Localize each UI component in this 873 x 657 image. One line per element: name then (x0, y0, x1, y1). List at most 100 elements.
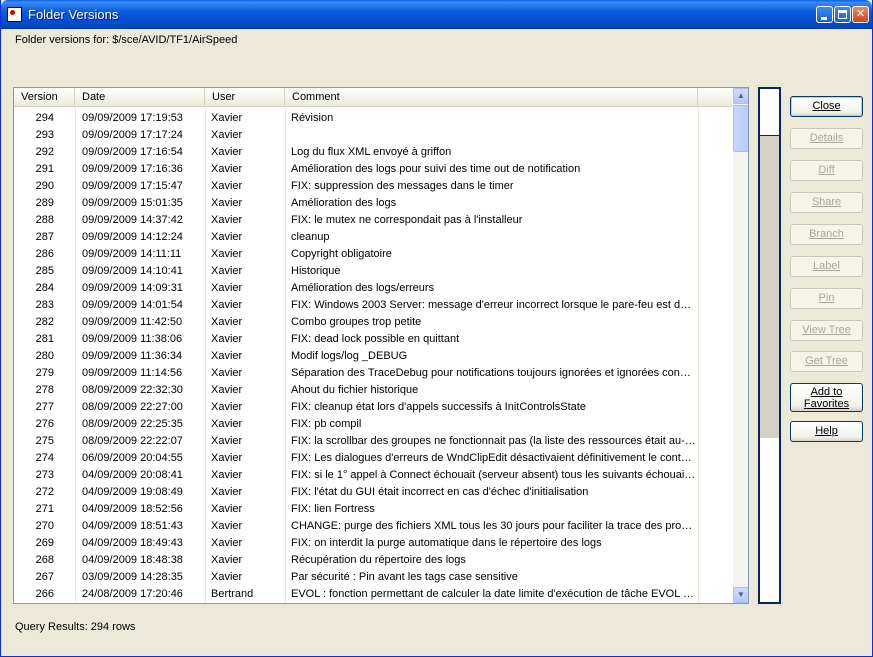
table-row[interactable]: 272 04/09/2009 19:08:49 Xavier FIX: l'état … (14, 484, 732, 501)
column-header-user[interactable]: User (205, 88, 285, 106)
cell-version: 288 (35, 214, 54, 226)
close-button[interactable]: Close (790, 96, 863, 117)
view-tree-button[interactable]: View Tree (790, 320, 863, 341)
cell-date: 09/09/2009 17:15:47 (82, 180, 183, 192)
cell-version: 267 (35, 571, 54, 583)
cell-comment: Amélioration des logs/erreurs (291, 282, 435, 294)
cell-version: 284 (35, 282, 54, 294)
table-row[interactable]: 271 04/09/2009 18:52:56 Xavier FIX: lien Fo… (14, 501, 732, 518)
cell-date: 09/09/2009 17:19:53 (82, 112, 183, 124)
table-row[interactable]: 287 09/09/2009 14:12:24 Xavier cleanup (14, 229, 732, 246)
cell-version: 277 (35, 401, 54, 413)
table-row[interactable]: 284 09/09/2009 14:09:31 Xavier Amélioration… (14, 280, 732, 297)
cell-version: 270 (35, 520, 54, 532)
maximize-button[interactable] (834, 6, 851, 23)
cell-user: Xavier (211, 197, 243, 209)
cell-user: Xavier (211, 520, 243, 532)
scroll-up-button[interactable]: ▲ (733, 88, 748, 104)
table-row[interactable]: 293 09/09/2009 17:17:24 Xavier (14, 127, 732, 144)
cell-version: 285 (35, 265, 54, 277)
cell-version: 271 (35, 503, 54, 515)
cell-user: Xavier (211, 180, 243, 192)
cell-date: 09/09/2009 14:10:41 (82, 265, 183, 277)
table-row[interactable]: 290 09/09/2009 17:15:47 Xavier FIX: suppres… (14, 178, 732, 195)
cell-comment: FIX: dead lock possible en quittant (291, 333, 460, 345)
scroll-thumb[interactable] (733, 105, 748, 152)
add-to-favorites-button[interactable]: Add to Favorites (790, 383, 863, 412)
versions-list[interactable]: Version Date User Comment 294 09/09/2009 … (13, 87, 749, 604)
cell-comment: FIX: Les dialogues d'erreurs de WndClipE… (291, 452, 697, 464)
cell-version: 272 (35, 486, 54, 498)
table-row[interactable]: 276 08/09/2009 22:25:35 Xavier FIX: pb comp… (14, 416, 732, 433)
branch-button[interactable]: Branch (790, 224, 863, 245)
table-row[interactable]: 277 08/09/2009 22:27:00 Xavier FIX: cleanup… (14, 399, 732, 416)
table-row[interactable]: 283 09/09/2009 14:01:54 Xavier FIX: Windows… (14, 297, 732, 314)
get-tree-button[interactable]: Get Tree (790, 351, 863, 372)
cell-user: Xavier (211, 503, 243, 515)
cell-date: 04/09/2009 18:51:43 (82, 520, 183, 532)
cell-date: 09/09/2009 17:16:54 (82, 146, 183, 158)
cell-user: Xavier (211, 367, 243, 379)
scroll-down-button[interactable]: ▼ (733, 587, 748, 603)
cell-comment: Révision (291, 112, 334, 124)
table-row[interactable]: 279 09/09/2009 11:14:56 Xavier Séparation d… (14, 365, 732, 382)
cell-user: Xavier (211, 163, 243, 175)
cell-comment: Combo groupes trop petite (291, 316, 422, 328)
cell-comment: FIX: on interdit la purge automatique da… (291, 537, 602, 549)
arrow-up-icon: ▲ (737, 91, 745, 100)
table-row[interactable]: 273 04/09/2009 20:08:41 Xavier FIX: si le 1… (14, 467, 732, 484)
app-icon[interactable] (7, 7, 22, 22)
history-overview-bar[interactable] (758, 87, 781, 604)
cell-comment: Modif logs/log _DEBUG (291, 350, 408, 362)
table-row[interactable]: 286 09/09/2009 14:11:11 Xavier Copyright ob… (14, 246, 732, 263)
cell-version: 278 (35, 384, 54, 396)
table-row[interactable]: 291 09/09/2009 17:16:36 Xavier Amélioration… (14, 161, 732, 178)
minimize-button[interactable] (816, 6, 833, 23)
cell-date: 09/09/2009 15:01:35 (82, 197, 183, 209)
cell-version: 276 (35, 418, 54, 430)
help-button[interactable]: Help (790, 421, 863, 442)
cell-comment: FIX: lien Fortress (291, 503, 375, 515)
table-row[interactable]: 269 04/09/2009 18:49:43 Xavier FIX: on inte… (14, 535, 732, 552)
table-row[interactable]: 288 09/09/2009 14:37:42 Xavier FIX: le mute… (14, 212, 732, 229)
table-row[interactable]: 289 09/09/2009 15:01:35 Xavier Amélioration… (14, 195, 732, 212)
table-row[interactable]: 266 24/08/2009 17:20:46 Bertrand EVOL : fon… (14, 586, 732, 603)
column-header-date[interactable]: Date (75, 88, 205, 106)
table-row[interactable]: 294 09/09/2009 17:19:53 Xavier Révision (14, 110, 732, 127)
label-button[interactable]: Label (790, 256, 863, 277)
overview-current-window[interactable] (760, 89, 779, 136)
title-bar[interactable]: Folder Versions ✕ (1, 0, 872, 29)
cell-version: 279 (35, 367, 54, 379)
vertical-scrollbar[interactable]: ▲ ▼ (733, 88, 748, 603)
table-row[interactable]: 275 08/09/2009 22:22:07 Xavier FIX: la scro… (14, 433, 732, 450)
table-row[interactable]: 292 09/09/2009 17:16:54 Xavier Log du flux … (14, 144, 732, 161)
cell-comment: FIX: la scrollbar des groupes ne fonctio… (291, 435, 697, 447)
table-row[interactable]: 282 09/09/2009 11:42:50 Xavier Combo groupe… (14, 314, 732, 331)
cell-version: 286 (35, 248, 54, 260)
table-row[interactable]: 267 03/09/2009 14:28:35 Xavier Par sécurité… (14, 569, 732, 586)
pin-button[interactable]: Pin (790, 288, 863, 309)
cell-user: Bertrand (211, 588, 254, 600)
cell-user: Xavier (211, 248, 243, 260)
table-row[interactable]: 278 08/09/2009 22:32:30 Xavier Ahout du fic… (14, 382, 732, 399)
details-button[interactable]: Details (790, 128, 863, 149)
table-row[interactable]: 270 04/09/2009 18:51:43 Xavier CHANGE: purg… (14, 518, 732, 535)
cell-version: 282 (35, 316, 54, 328)
column-header-version[interactable]: Version (14, 88, 75, 106)
arrow-down-icon: ▼ (737, 590, 745, 599)
table-row[interactable]: 285 09/09/2009 14:10:41 Xavier Historique (14, 263, 732, 280)
table-row[interactable]: 280 09/09/2009 11:36:34 Xavier Modif logs/l… (14, 348, 732, 365)
cell-user: Xavier (211, 231, 243, 243)
table-row[interactable]: 274 06/09/2009 20:04:55 Xavier FIX: Les dia… (14, 450, 732, 467)
table-row[interactable]: 281 09/09/2009 11:38:06 Xavier FIX: dead lo… (14, 331, 732, 348)
cell-date: 09/09/2009 14:37:42 (82, 214, 183, 226)
cell-user: Xavier (211, 469, 243, 481)
close-window-button[interactable]: ✕ (852, 6, 869, 23)
cell-user: Xavier (211, 452, 243, 464)
cell-version: 283 (35, 299, 54, 311)
share-button[interactable]: Share (790, 192, 863, 213)
table-row[interactable]: 268 04/09/2009 18:48:38 Xavier Récupération… (14, 552, 732, 569)
diff-button[interactable]: Diff (790, 160, 863, 181)
column-header-comment[interactable]: Comment (285, 88, 698, 106)
cell-comment: Log du flux XML envoyé à griffon (291, 146, 452, 158)
